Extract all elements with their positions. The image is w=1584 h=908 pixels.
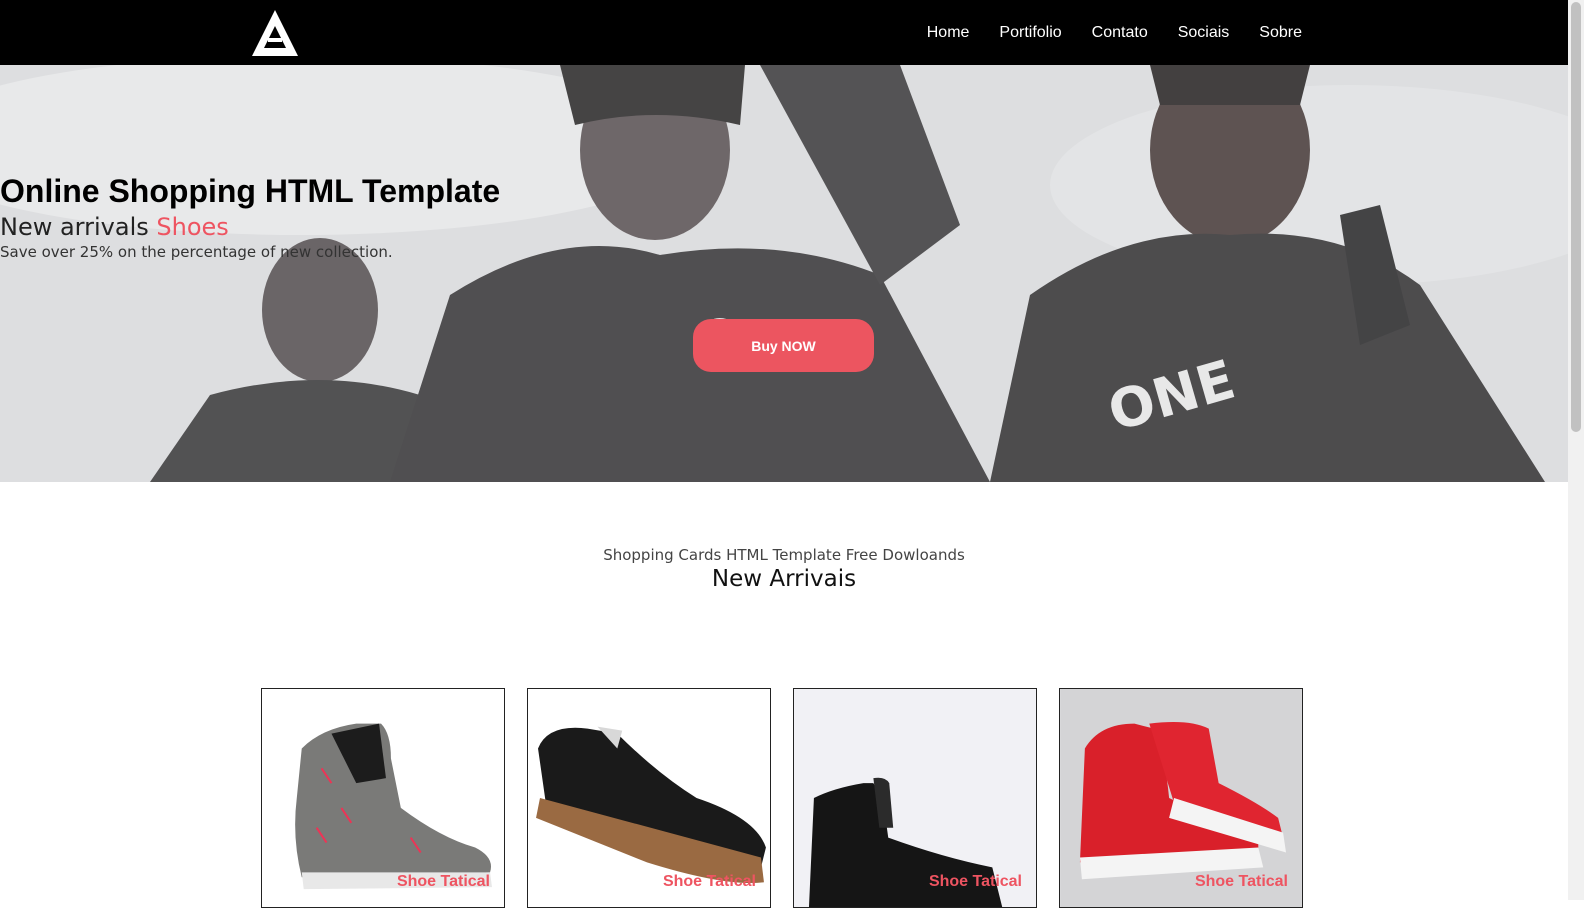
nav-about[interactable]: Sobre — [1259, 24, 1302, 42]
nav-social[interactable]: Sociais — [1178, 24, 1230, 42]
product-card-label: Shoe Tatical — [396, 873, 490, 890]
section-title: New Arrivais — [711, 566, 857, 592]
product-card-label: Shoe Tatical — [662, 873, 756, 890]
scrollbar-thumb[interactable] — [1571, 2, 1581, 432]
product-card-label: Shoe Tatical — [1194, 873, 1288, 890]
buy-now-button[interactable]: Buy NOW — [693, 319, 874, 372]
nav-home[interactable]: Home — [927, 24, 970, 42]
product-card-3[interactable]: Shoe Tatical — [793, 688, 1037, 908]
navbar: Home Portifolio Contato Sociais Sobre — [0, 0, 1568, 65]
nav-contact[interactable]: Contato — [1092, 24, 1148, 42]
triangle-logo-icon[interactable] — [250, 8, 300, 58]
hero-overlay — [0, 65, 1568, 482]
hero-title: Online Shopping HTML Template — [0, 173, 501, 209]
product-card-1[interactable]: Shoe Tatical — [261, 688, 505, 908]
page-scrollbar[interactable] — [1568, 0, 1584, 900]
main-nav: Home Portifolio Contato Sociais Sobre — [927, 0, 1302, 65]
product-card-2[interactable]: Shoe Tatical — [527, 688, 771, 908]
hero-subtitle-accent: Shoes — [156, 213, 229, 241]
nav-portfolio[interactable]: Portifolio — [999, 24, 1061, 42]
product-card-label: Shoe Tatical — [928, 873, 1022, 890]
hero-subtitle: New arrivals Shoes — [0, 213, 1568, 241]
section-kicker: Shopping Cards HTML Template Free Dowloa… — [603, 546, 965, 564]
hero-banner: ONE ONE Online Shopping HTML Template Ne… — [0, 65, 1568, 482]
hero-subtitle-prefix: New arrivals — [0, 213, 149, 241]
hero-description: Save over 25% on the percentage of new c… — [0, 243, 393, 261]
product-card-4[interactable]: Shoe Tatical — [1059, 688, 1303, 908]
